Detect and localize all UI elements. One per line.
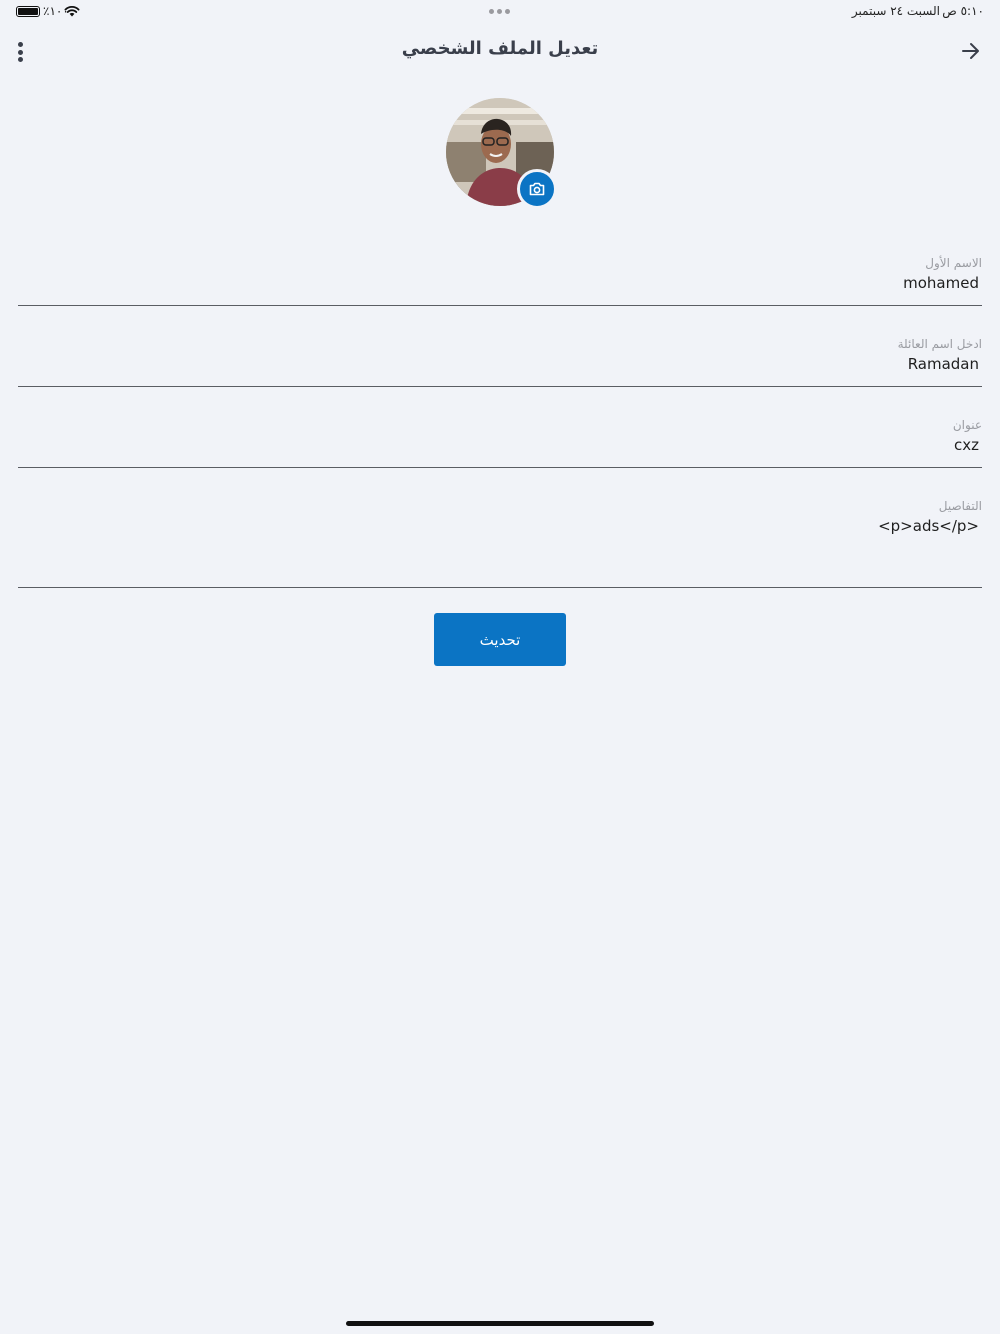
wifi-icon xyxy=(64,6,80,17)
multitasking-dots-icon[interactable] xyxy=(489,9,510,14)
last-name-input[interactable] xyxy=(379,355,979,373)
home-indicator[interactable] xyxy=(346,1321,654,1326)
details-input[interactable] xyxy=(379,517,979,535)
first-name-input[interactable] xyxy=(379,274,979,292)
change-photo-button[interactable] xyxy=(517,169,557,209)
update-button[interactable]: تحديث xyxy=(434,613,566,666)
details-label: التفاصيل xyxy=(938,499,982,513)
camera-icon xyxy=(529,182,545,196)
first-name-field[interactable]: الاسم الأول xyxy=(18,252,982,306)
first-name-label: الاسم الأول xyxy=(925,256,982,270)
details-field[interactable]: التفاصيل xyxy=(18,495,982,588)
arrow-right-icon[interactable] xyxy=(960,40,982,62)
status-time: ٥:١٠ ص xyxy=(942,4,984,18)
page-title: تعديل الملف الشخصي xyxy=(401,38,599,59)
status-date: السبت ٢٤ سبتمبر xyxy=(851,4,940,18)
last-name-field[interactable]: ادخل اسم العائلة xyxy=(18,333,982,387)
battery-icon xyxy=(16,6,40,17)
address-field[interactable]: عنوان xyxy=(18,414,982,468)
address-input[interactable] xyxy=(379,436,979,454)
status-bar: ٪١٠٠ السبت ٢٤ سبتمبر ٥:١٠ ص xyxy=(0,0,1000,24)
last-name-label: ادخل اسم العائلة xyxy=(897,337,982,351)
profile-avatar[interactable] xyxy=(446,98,557,209)
edit-profile-screen: ٪١٠٠ السبت ٢٤ سبتمبر ٥:١٠ ص تعديل الملف … xyxy=(0,0,1000,1334)
address-label: عنوان xyxy=(952,418,982,432)
